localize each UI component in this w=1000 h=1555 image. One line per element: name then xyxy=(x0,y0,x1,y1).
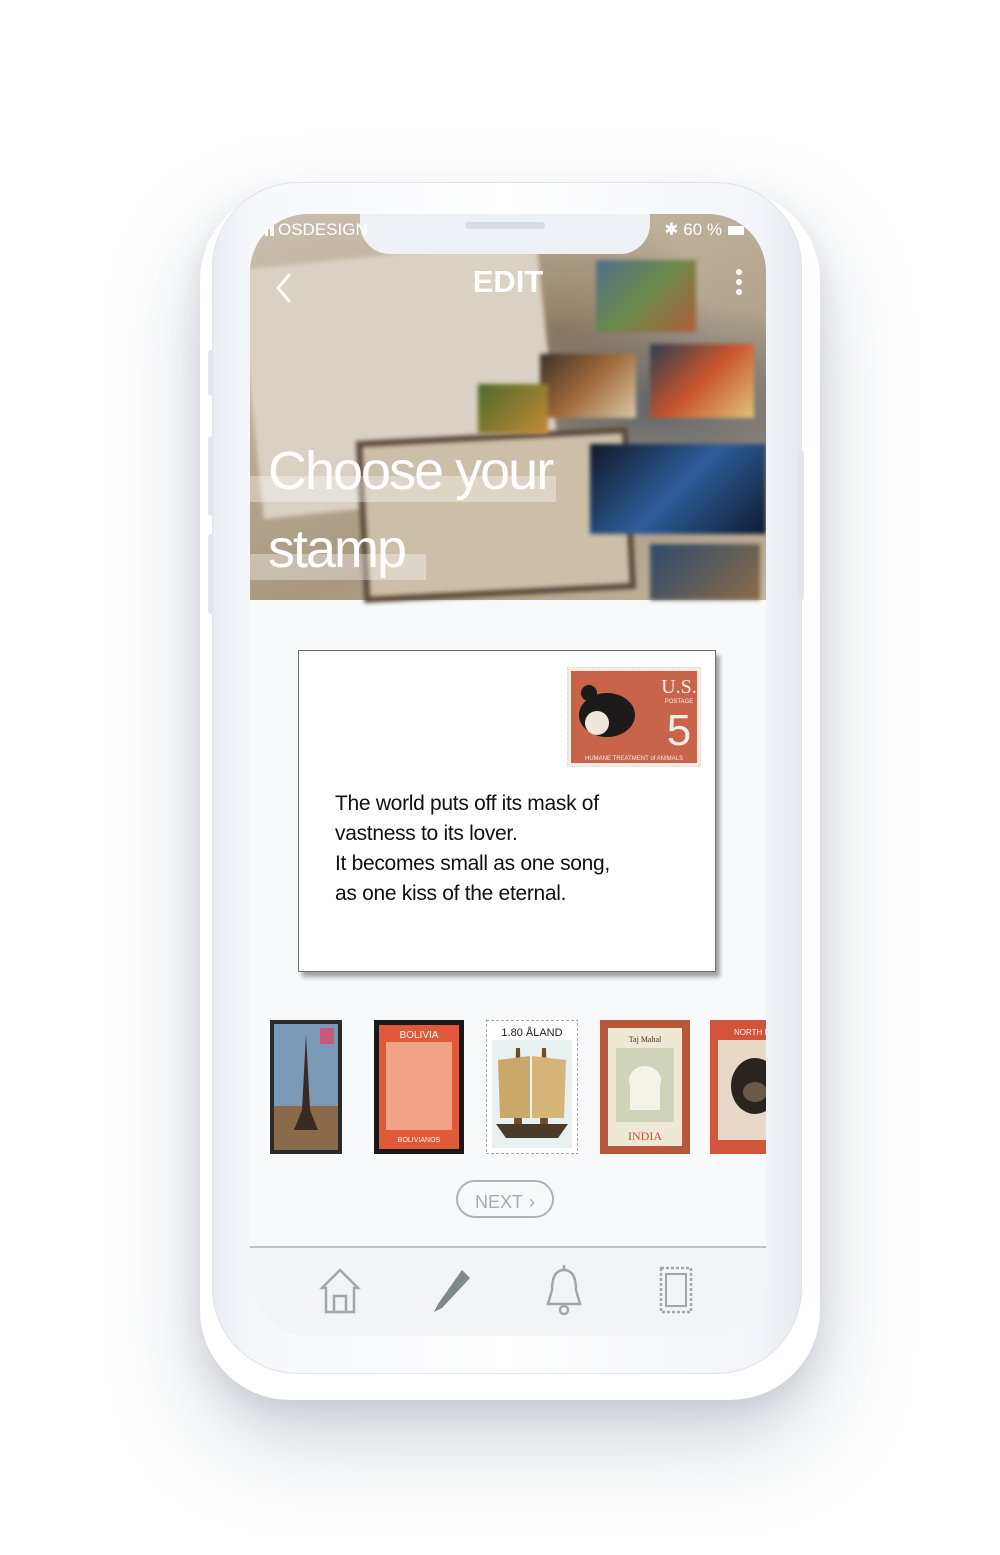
power-button xyxy=(798,450,804,600)
status-right: ✱ 60 % xyxy=(664,220,744,240)
message-line: It becomes small as one song, xyxy=(335,852,610,875)
stamp-value: 5 xyxy=(667,706,691,755)
aland-label: 1.80 ÅLAND xyxy=(501,1026,562,1039)
page-title: EDIT xyxy=(472,264,544,299)
postcard-preview: U.S. POSTAGE 5 HUMANE TREATMENT of ANIMA… xyxy=(298,650,716,972)
hero-title-line2: stamp xyxy=(268,519,407,579)
next-button[interactable]: NEXT › xyxy=(456,1180,554,1218)
message-line: vastness to its lover. xyxy=(335,822,518,845)
battery-icon xyxy=(728,226,744,235)
stamp-background xyxy=(650,344,754,418)
home-icon[interactable] xyxy=(316,1262,364,1318)
india-label: INDIA xyxy=(628,1129,662,1143)
stamp-background xyxy=(590,444,766,534)
stamp-caption: HUMANE TREATMENT of ANIMALS xyxy=(585,756,683,762)
india-taj-mahal-stamp[interactable]: Taj Mahal INDIA xyxy=(600,1020,690,1154)
bolivia-label: BOLIVIA xyxy=(400,1030,439,1041)
stamp-country: U.S. xyxy=(661,676,697,698)
eiffel-tower-stamp[interactable] xyxy=(270,1020,342,1154)
stamp-background xyxy=(540,354,636,418)
aland-ship-stamp[interactable]: 1.80 ÅLAND xyxy=(486,1020,578,1154)
volume-up-button xyxy=(208,436,214,516)
bluetooth-icon: ✱ xyxy=(664,220,679,239)
speaker-grille xyxy=(465,222,545,229)
bolivia-sub: BOLIVIANOS xyxy=(398,1137,441,1144)
borneo-label: NORTH BO xyxy=(734,1028,766,1037)
next-button-label: NEXT xyxy=(474,1192,523,1212)
hero-title: Choose your stamp xyxy=(268,432,568,588)
message-line: as one kiss of the eternal. xyxy=(335,882,567,905)
india-sub: Taj Mahal xyxy=(629,1035,662,1044)
stamp-background xyxy=(650,544,760,600)
phone-screen: OSDESIGN ✱ 60 % EDIT Choose your stamp U… xyxy=(250,214,766,1336)
volume-down-button xyxy=(208,534,214,614)
bolivia-stamp[interactable]: BOLIVIA BOLIVIANOS xyxy=(374,1020,464,1154)
us-dog-stamp: U.S. POSTAGE 5 HUMANE TREATMENT of ANIMA… xyxy=(567,667,701,767)
signal-icon xyxy=(260,224,274,236)
battery-label: 60 % xyxy=(683,220,722,239)
mute-switch xyxy=(208,350,214,396)
hero-title-line1: Choose your xyxy=(268,441,554,501)
notch xyxy=(360,214,650,254)
bell-icon[interactable] xyxy=(540,1262,588,1318)
north-borneo-stamp[interactable]: NORTH BO xyxy=(710,1020,766,1154)
message-line: The world puts off its mask of xyxy=(335,792,599,815)
carrier-label: OSDESIGN xyxy=(278,220,368,239)
pencil-icon[interactable] xyxy=(428,1262,476,1318)
postcard-message: The world puts off its mask of vastness … xyxy=(335,789,675,909)
stamp-picker: BOLIVIA BOLIVIANOS 1.80 ÅLAND Taj Mahal … xyxy=(250,1018,766,1158)
stamp-icon[interactable] xyxy=(652,1262,700,1318)
bottom-tab-bar xyxy=(250,1248,766,1336)
stamp-background xyxy=(478,384,548,434)
status-carrier: OSDESIGN xyxy=(260,220,368,240)
chevron-right-icon: › xyxy=(529,1192,535,1212)
more-options-icon[interactable] xyxy=(734,266,744,300)
stamp-postage: POSTAGE xyxy=(665,699,694,705)
